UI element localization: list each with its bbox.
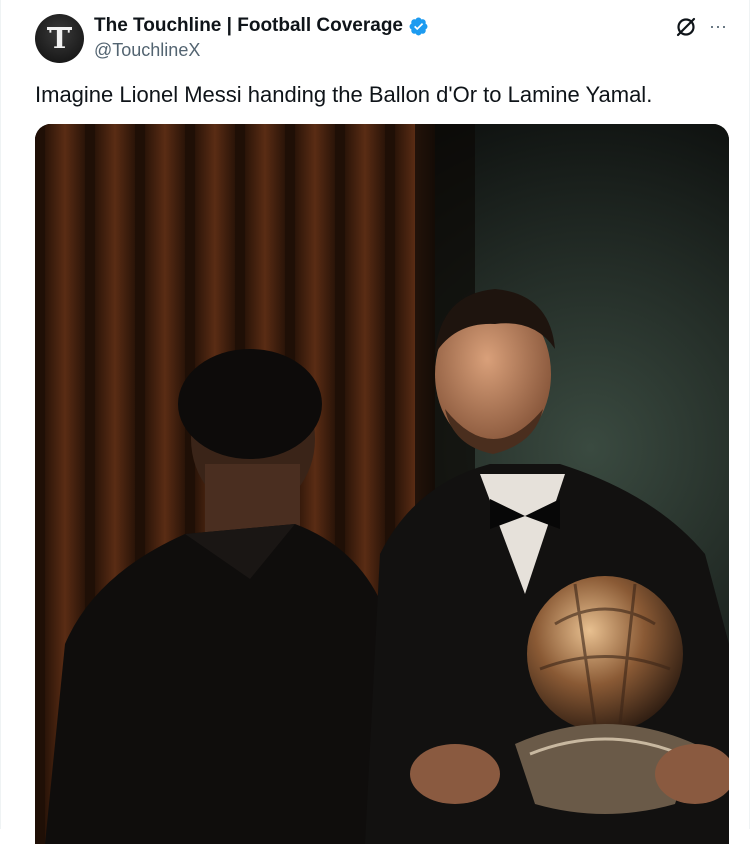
photo-image (35, 124, 729, 844)
grok-icon (676, 17, 696, 37)
author-handle[interactable]: @TouchlineX (94, 40, 200, 61)
verified-badge-icon (409, 17, 428, 35)
more-icon: ··· (709, 15, 727, 36)
tweet-photo[interactable] (35, 124, 729, 844)
avatar-logo: T (47, 22, 72, 55)
more-options-button[interactable]: ··· (705, 14, 731, 38)
author-avatar[interactable]: T (35, 14, 84, 63)
author-name-row: The Touchline | Football Coverage (94, 14, 429, 38)
avatar-letter: T (49, 22, 70, 55)
avatar-logo-bar (47, 27, 72, 30)
grok-button[interactable] (674, 15, 698, 39)
tweet-card[interactable]: T The Touchline | Football Coverage @Tou… (0, 0, 750, 844)
tweet-text: Imagine Lionel Messi handing the Ballon … (35, 82, 653, 107)
author-display-name[interactable]: The Touchline | Football Coverage (94, 15, 403, 37)
